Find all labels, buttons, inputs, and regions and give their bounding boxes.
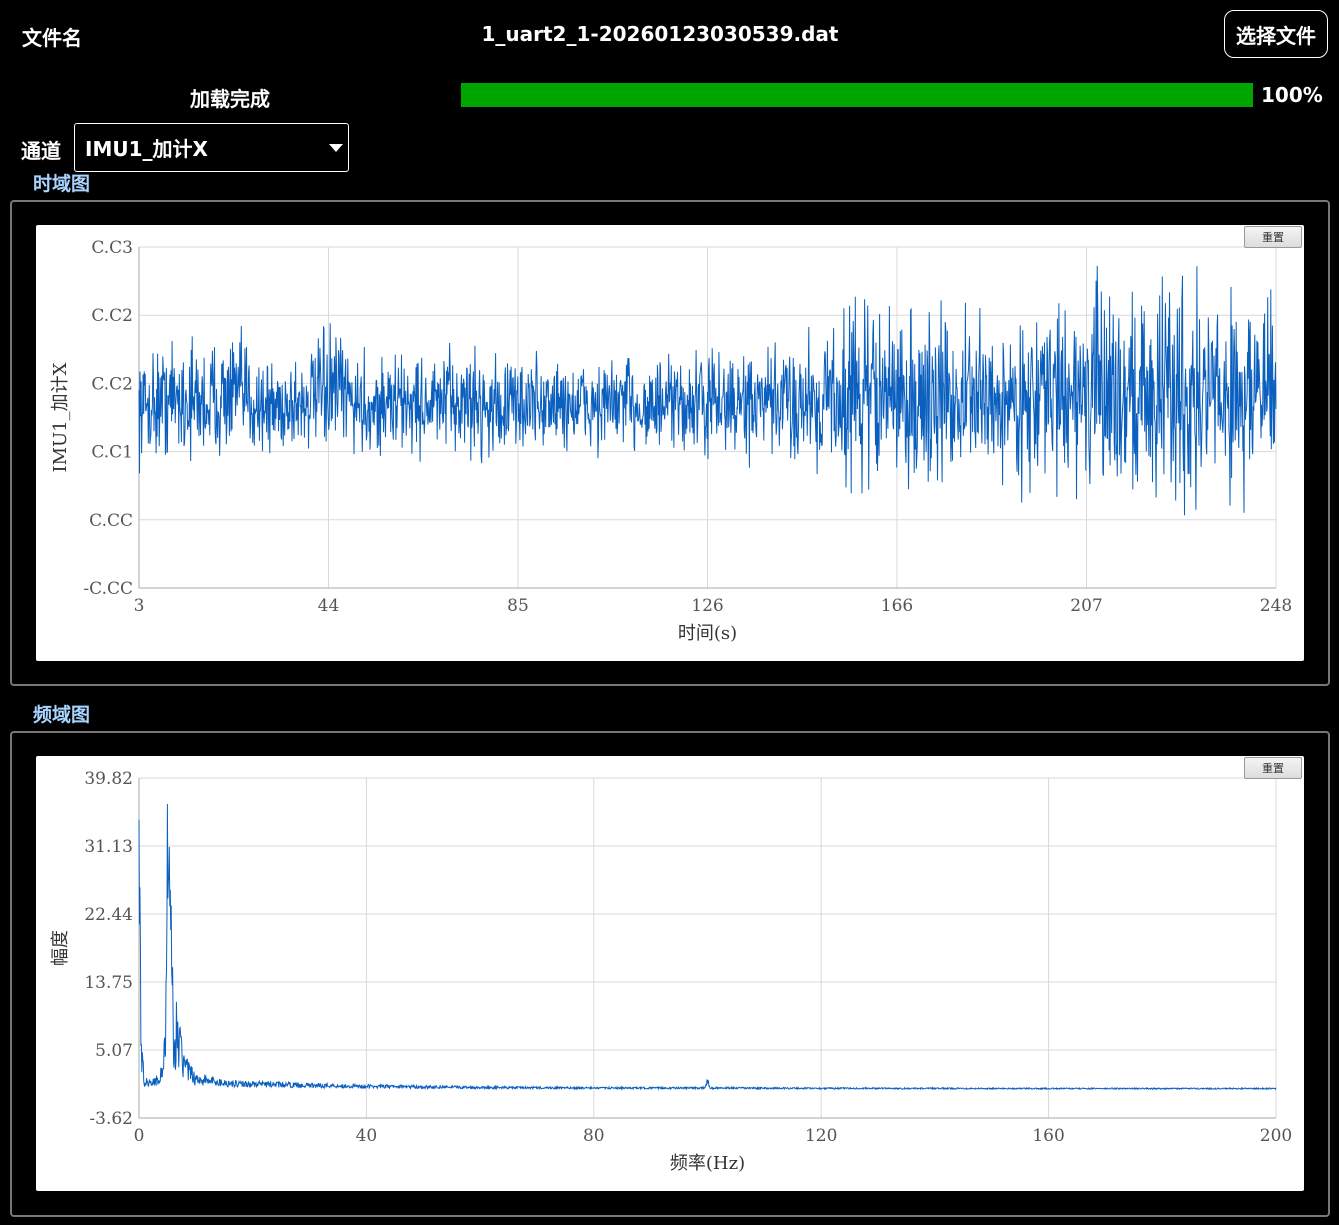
y-tick-label: 39.82 <box>84 769 133 789</box>
y-tick-label: C.C1 <box>91 443 133 463</box>
spectrum-line <box>138 803 1277 1091</box>
y-tick-label: C.C3 <box>91 238 133 258</box>
y-tick-label: C.C2 <box>91 306 133 326</box>
freq-domain-title: 频域图 <box>33 704 91 726</box>
x-axis-label: 频率(Hz) <box>670 1153 745 1174</box>
freq-domain-plot: 0 40 80 120 160 200 39.82 31.13 22.44 13.75 5.07 -3… <box>50 769 1292 1174</box>
progress-fill <box>461 83 1253 107</box>
x-tick-label: 0 <box>134 1126 145 1146</box>
x-tick-label: 207 <box>1070 596 1102 616</box>
y-tick-label: C.C2 <box>91 374 133 394</box>
y-axis-label: IMU1_加计X <box>50 362 71 472</box>
progress-bar <box>461 83 1253 107</box>
file-label: 文件名 <box>22 26 82 50</box>
time-domain-chart[interactable]: 3 44 85 126 166 207 248 C.C3 C.C2 C.C2 C.C1 C.CC -C.… <box>36 225 1304 661</box>
y-axis-label: 幅度 <box>50 930 71 966</box>
y-tick-label: 5.07 <box>95 1041 133 1061</box>
x-tick-label: 200 <box>1260 1126 1292 1146</box>
x-tick-label: 126 <box>691 596 723 616</box>
time-domain-title: 时域图 <box>33 173 91 195</box>
x-tick-label: 85 <box>507 596 529 616</box>
chevron-down-icon <box>329 144 343 152</box>
freq-reset-button[interactable]: 重置 <box>1244 757 1302 779</box>
freq-domain-chart[interactable]: 0 40 80 120 160 200 39.82 31.13 22.44 13.75 5.07 -3… <box>36 756 1304 1191</box>
y-tick-label: -C.CC <box>83 579 133 599</box>
time-domain-plot: 3 44 85 126 166 207 248 C.C3 C.C2 C.C2 C.C1 C.CC -C.… <box>50 238 1292 644</box>
choose-file-button[interactable]: 选择文件 <box>1224 10 1328 58</box>
x-tick-label: 166 <box>881 596 913 616</box>
channel-select[interactable]: IMU1_加计X <box>74 123 349 172</box>
x-tick-label: 160 <box>1032 1126 1064 1146</box>
x-tick-label: 120 <box>805 1126 837 1146</box>
channel-selected-value: IMU1_加计X <box>85 137 208 161</box>
x-tick-label: 80 <box>583 1126 605 1146</box>
x-axis-label: 时间(s) <box>678 623 737 644</box>
y-tick-label: C.CC <box>89 511 133 531</box>
y-tick-label: 22.44 <box>84 905 133 925</box>
load-status: 加载完成 <box>190 87 270 111</box>
file-name: 1_uart2_1-20260123030539.dat <box>481 22 839 46</box>
x-tick-label: 44 <box>318 596 340 616</box>
y-tick-label: 13.75 <box>84 973 133 993</box>
x-tick-label: 40 <box>356 1126 378 1146</box>
y-tick-label: -3.62 <box>89 1109 133 1129</box>
x-tick-label: 248 <box>1260 596 1292 616</box>
x-tick-label: 3 <box>134 596 145 616</box>
channel-label: 通道 <box>21 139 61 163</box>
progress-percent: 100% <box>1261 83 1323 107</box>
y-tick-label: 31.13 <box>84 837 133 857</box>
time-reset-button[interactable]: 重置 <box>1244 226 1302 248</box>
